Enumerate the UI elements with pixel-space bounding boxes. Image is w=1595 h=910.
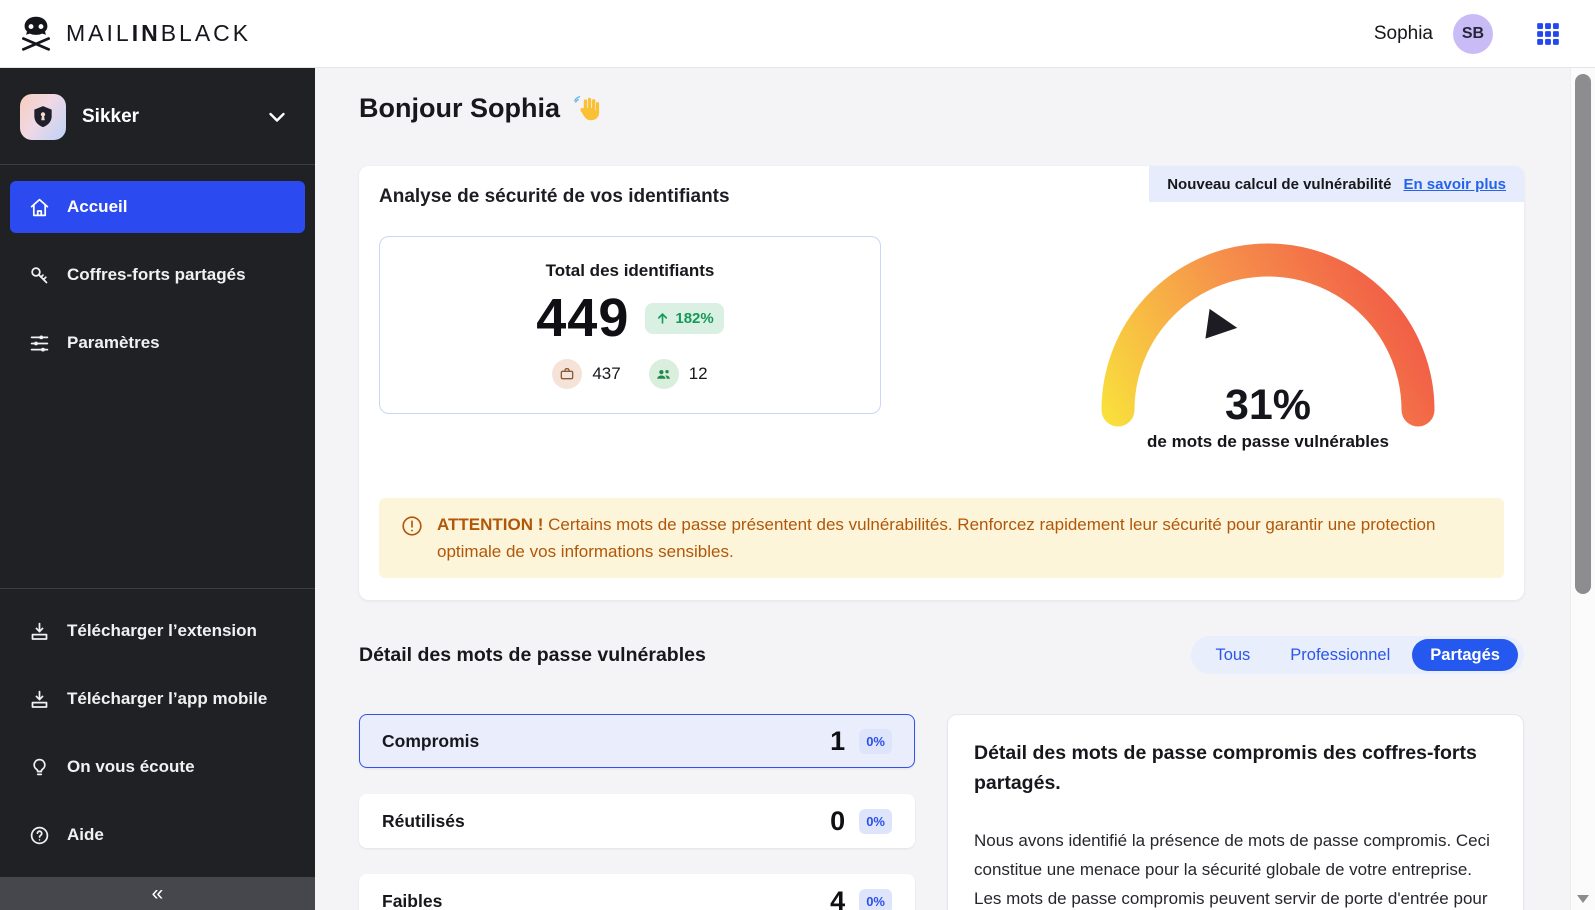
arrow-up-icon	[655, 311, 670, 326]
learn-more-link[interactable]: En savoir plus	[1403, 176, 1506, 193]
security-analysis-card: Nouveau calcul de vulnérabilité En savoi…	[359, 166, 1524, 600]
alert-circle-icon	[401, 515, 423, 537]
total-credentials-value: 449	[536, 291, 629, 345]
vuln-row-faibles[interactable]: Faibles 4 0%	[359, 874, 915, 910]
sidebar-divider	[0, 164, 315, 165]
collapse-chevrons-icon: «	[152, 882, 164, 906]
download-icon	[29, 689, 50, 710]
briefcase-icon	[552, 359, 582, 389]
gauge-value: 31%	[1098, 381, 1438, 430]
sidebar-footer-nav: Télécharger l’extension Télécharger l’ap…	[0, 605, 315, 861]
scrollbar-track[interactable]	[1570, 68, 1595, 910]
mailinblack-logo[interactable]: MAILINBLACK	[16, 15, 251, 53]
sikker-app-icon	[20, 94, 66, 140]
sidebar-item-coffres-forts-partages[interactable]: Coffres-forts partagés	[10, 249, 305, 301]
banner-text: Nouveau calcul de vulnérabilité	[1167, 176, 1391, 193]
bulb-icon	[29, 757, 50, 778]
vuln-row-reutilises[interactable]: Réutilisés 0 0%	[359, 794, 915, 848]
scope-tabs: Tous Professionnel Partagés	[1191, 636, 1524, 674]
sidebar-item-telecharger-l-app-mobile[interactable]: Télécharger l’app mobile	[10, 673, 305, 725]
main-content: Bonjour Sophia Nouveau calcul de vulnéra…	[315, 68, 1570, 910]
page-greeting: Bonjour Sophia	[359, 93, 1524, 124]
gauge-caption: de mots de passe vulnérables	[1147, 432, 1389, 452]
scrollbar-thumb[interactable]	[1575, 74, 1591, 594]
skull-logo-icon	[16, 15, 56, 53]
vuln-percent-badge: 0%	[859, 809, 892, 834]
home-icon	[29, 197, 50, 218]
warning-text: ATTENTION ! Certains mots de passe prése…	[437, 511, 1482, 565]
apps-grid-icon	[1535, 21, 1561, 47]
apps-grid-button[interactable]	[1535, 21, 1561, 47]
users-icon	[649, 359, 679, 389]
vulnerability-gauge: 31% de mots de passe vulnérables	[1098, 222, 1438, 452]
sidebar-item-telecharger-l-extension[interactable]: Télécharger l’extension	[10, 605, 305, 657]
panel-body: Nous avons identifié la présence de mots…	[974, 826, 1497, 910]
scrollbar-down-arrow-icon[interactable]	[1577, 895, 1589, 903]
total-credentials-label: Total des identifiants	[546, 261, 715, 281]
professional-count: 437	[552, 359, 620, 389]
sidebar-item-aide[interactable]: Aide	[10, 809, 305, 861]
compromised-detail-panel: Détail des mots de passe compromis des c…	[947, 714, 1524, 910]
tab-partages[interactable]: Partagés	[1412, 639, 1518, 671]
chevron-down-icon[interactable]	[265, 105, 289, 129]
help-icon	[29, 825, 50, 846]
sidebar-divider	[0, 588, 315, 589]
sliders-icon	[29, 333, 50, 354]
product-name: Sikker	[82, 106, 139, 128]
gauge-pointer	[1205, 309, 1239, 343]
download-icon	[29, 621, 50, 642]
warning-banner: ATTENTION ! Certains mots de passe prése…	[379, 498, 1504, 578]
user-name: Sophia	[1374, 23, 1433, 45]
top-header: MAILINBLACK Sophia SB	[0, 0, 1595, 68]
sidebar-collapse-button[interactable]: «	[0, 877, 315, 910]
vulnerability-list: Compromis 1 0% Réutilisés 0 0%	[359, 714, 915, 910]
key-icon	[29, 265, 50, 286]
app-window: MAILINBLACK Sophia SB Sikker	[0, 0, 1595, 910]
panel-title: Détail des mots de passe compromis des c…	[974, 739, 1497, 798]
vuln-percent-badge: 0%	[859, 889, 892, 910]
sidebar-item-on-vous-ecoute[interactable]: On vous écoute	[10, 741, 305, 793]
vuln-row-compromis[interactable]: Compromis 1 0%	[359, 714, 915, 768]
tab-professionnel[interactable]: Professionnel	[1272, 639, 1408, 671]
trend-badge: 182%	[645, 303, 723, 334]
sidebar-nav: Accueil Coffres-forts partagés Paramètre…	[0, 181, 315, 385]
tab-tous[interactable]: Tous	[1197, 639, 1268, 671]
vuln-count: 4	[830, 886, 845, 910]
sidebar-item-accueil[interactable]: Accueil	[10, 181, 305, 233]
waving-hand-icon	[573, 94, 603, 124]
total-credentials-box: Total des identifiants 449 182%	[379, 236, 881, 414]
product-switcher[interactable]: Sikker	[0, 68, 315, 160]
vuln-count: 1	[830, 726, 845, 757]
shared-count: 12	[649, 359, 708, 389]
vuln-count: 0	[830, 806, 845, 837]
vuln-percent-badge: 0%	[859, 729, 892, 754]
user-avatar[interactable]: SB	[1453, 14, 1493, 54]
brand-wordmark: MAILINBLACK	[66, 20, 251, 47]
detail-section-title: Détail des mots de passe vulnérables	[359, 644, 706, 667]
sidebar-item-parametres[interactable]: Paramètres	[10, 317, 305, 369]
sidebar: Sikker Accueil Coffres-forts partagés	[0, 68, 315, 910]
vulnerability-banner: Nouveau calcul de vulnérabilité En savoi…	[1149, 166, 1524, 202]
